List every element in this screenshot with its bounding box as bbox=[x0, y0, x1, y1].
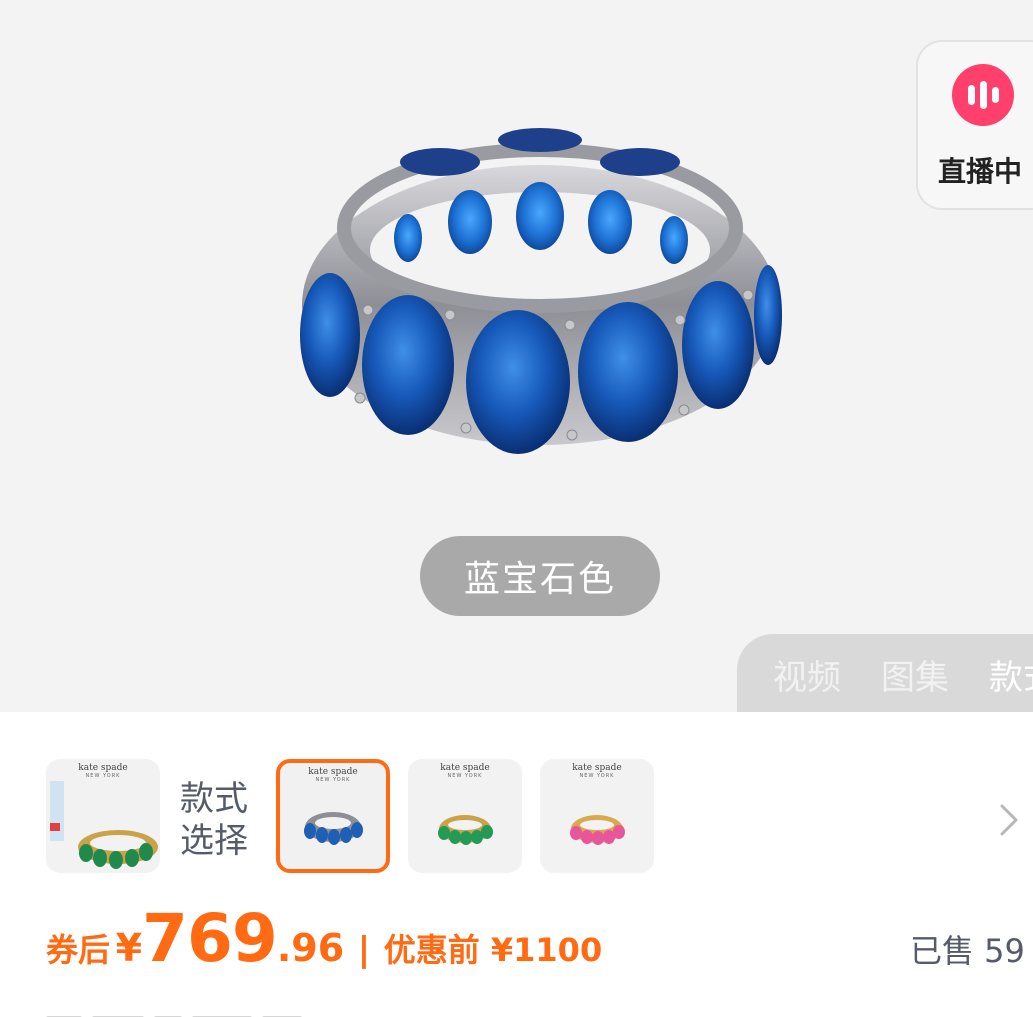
after-coupon-label: 券后 bbox=[46, 931, 111, 969]
media-tab-bar: 视频 图集 款式 bbox=[737, 634, 1033, 712]
variant-thumb-2-selected[interactable]: kate spade NEW YORK bbox=[276, 759, 390, 873]
thumb-ring-image bbox=[438, 815, 493, 845]
product-photo-sapphire-ring bbox=[300, 128, 782, 454]
price-section: 券后 ¥769.96 | 优惠前 ¥1100 已售 59 bbox=[0, 892, 1033, 1017]
variant-thumb-4[interactable]: kate spade NEW YORK bbox=[540, 759, 654, 873]
product-title-peek bbox=[46, 1009, 406, 1017]
variant-thumb-3[interactable]: kate spade NEW YORK bbox=[408, 759, 522, 873]
thumb-ring-image bbox=[570, 815, 625, 845]
live-bars-icon bbox=[952, 64, 1014, 126]
live-stream-badge[interactable]: 直播中 bbox=[916, 40, 1033, 210]
tab-video[interactable]: 视频 bbox=[773, 650, 841, 699]
sold-count: 已售 59 bbox=[910, 932, 1025, 970]
tab-gallery[interactable]: 图集 bbox=[881, 650, 949, 699]
variant-selector: kate spade NEW YORK 款式选择 kate spade NEW … bbox=[0, 712, 1033, 892]
variant-select-label: 款式选择 bbox=[180, 779, 248, 861]
chevron-right-icon[interactable] bbox=[998, 802, 1020, 838]
thumb-ring-image bbox=[304, 812, 363, 845]
price-decimal: .96 bbox=[276, 926, 345, 970]
tab-style[interactable]: 款式 bbox=[989, 650, 1033, 699]
original-price: 优惠前 ¥1100 bbox=[383, 931, 603, 969]
current-variant-chip: 蓝宝石色 bbox=[420, 536, 660, 616]
product-image-gallery[interactable]: 直播中 蓝宝石色 视频 图集 款式 bbox=[0, 0, 1033, 712]
price-integer: 769 bbox=[142, 900, 278, 977]
thumb-ring-image bbox=[50, 781, 158, 869]
variant-thumb-1[interactable]: kate spade NEW YORK bbox=[46, 759, 160, 873]
price-separator: | bbox=[357, 930, 371, 970]
live-label: 直播中 bbox=[938, 155, 1023, 188]
currency-symbol: ¥ bbox=[115, 926, 143, 970]
price-line: 券后 ¥769.96 | 优惠前 ¥1100 bbox=[46, 900, 602, 977]
